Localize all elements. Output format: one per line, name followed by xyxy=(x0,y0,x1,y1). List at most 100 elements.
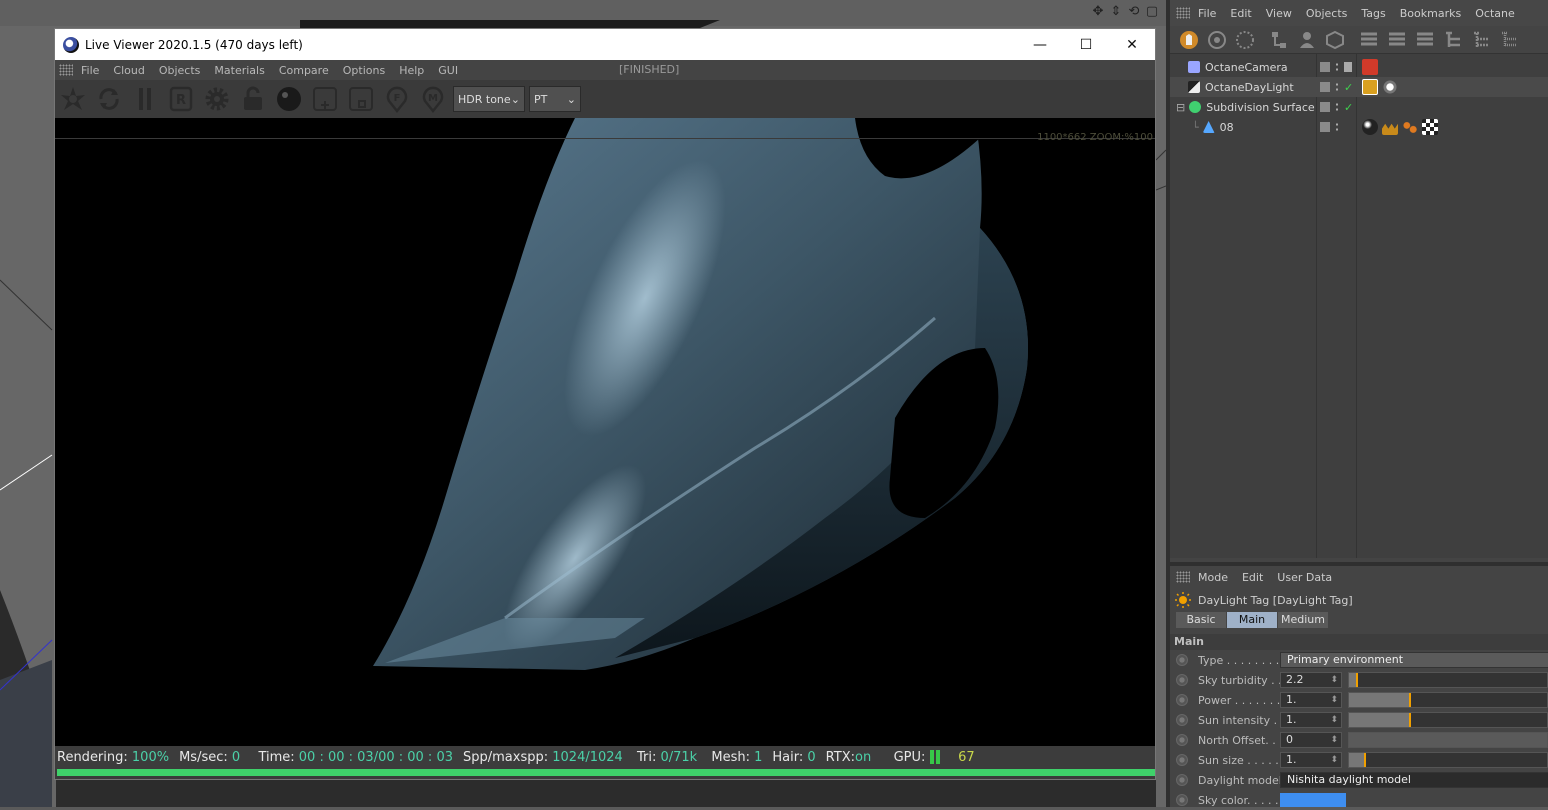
slider-knob[interactable] xyxy=(1409,693,1412,707)
object-flags[interactable]: ✓ xyxy=(1320,101,1353,114)
animate-radio[interactable] xyxy=(1176,654,1188,666)
slider-knob[interactable] xyxy=(1409,713,1412,727)
maximize-view-icon[interactable]: ▢ xyxy=(1144,4,1160,19)
object-row-subdivision-surface[interactable]: ⊟ Subdivision Surface ✓ xyxy=(1170,97,1548,117)
add-region-icon[interactable] xyxy=(309,83,341,115)
animate-radio[interactable] xyxy=(1176,734,1188,746)
am-menu-mode[interactable]: Mode xyxy=(1198,571,1228,584)
object-tag-icon[interactable] xyxy=(1402,119,1418,135)
object-row-08[interactable]: └ 08 xyxy=(1170,117,1548,137)
subtract-region-icon[interactable] xyxy=(345,83,377,115)
move-view-icon[interactable]: ✥ xyxy=(1090,4,1106,19)
phong-tag-icon[interactable] xyxy=(1382,123,1398,135)
hierarchy-icon[interactable] xyxy=(1266,27,1292,53)
om-menu-tags[interactable]: Tags xyxy=(1361,7,1385,20)
om-menu-objects[interactable]: Objects xyxy=(1306,7,1348,20)
om-menu-view[interactable]: View xyxy=(1266,7,1292,20)
gear-dots-icon[interactable] xyxy=(1232,27,1258,53)
material-ball-icon[interactable] xyxy=(273,83,305,115)
user-icon[interactable] xyxy=(1294,27,1320,53)
region-render-icon[interactable]: R xyxy=(165,83,197,115)
search-object-icon[interactable] xyxy=(1204,27,1230,53)
focus-pick-icon[interactable]: F xyxy=(381,83,413,115)
menu-gui[interactable]: GUI xyxy=(438,64,458,77)
om-menu-file[interactable]: File xyxy=(1198,7,1216,20)
tab-basic[interactable]: Basic xyxy=(1176,612,1226,628)
zoom-view-icon[interactable]: ⟲ xyxy=(1126,4,1142,19)
am-menu-user-data[interactable]: User Data xyxy=(1277,571,1332,584)
object-flags[interactable]: ✓ xyxy=(1320,81,1353,94)
list-filter-icon[interactable] xyxy=(1356,27,1382,53)
object-row-octane-camera[interactable]: OctaneCamera xyxy=(1170,57,1548,77)
animate-radio[interactable] xyxy=(1176,754,1188,766)
menu-options[interactable]: Options xyxy=(343,64,385,77)
north-offset-input[interactable]: 0 xyxy=(1280,732,1342,748)
object-flags[interactable] xyxy=(1320,122,1340,132)
render-flag[interactable] xyxy=(1344,62,1352,72)
render-view[interactable]: 1100*662 ZOOM:%100 xyxy=(55,118,1155,746)
tab-main[interactable]: Main xyxy=(1227,612,1277,628)
animate-radio[interactable] xyxy=(1176,674,1188,686)
om-menu-octane[interactable]: Octane xyxy=(1475,7,1515,20)
visibility-dots[interactable] xyxy=(1334,102,1340,112)
power-slider[interactable] xyxy=(1348,692,1548,708)
environment-tag-icon[interactable] xyxy=(1382,79,1398,95)
object-flags[interactable] xyxy=(1320,62,1352,72)
visibility-dots[interactable] xyxy=(1334,62,1340,72)
tab-medium[interactable]: Medium xyxy=(1278,612,1328,628)
object-tree[interactable]: OctaneCamera OctaneDayLight ✓ ⊟ Subdivis… xyxy=(1170,54,1548,558)
live-viewer-titlebar[interactable]: Live Viewer 2020.1.5 (470 days left) — ☐… xyxy=(55,29,1155,60)
layer-flag[interactable] xyxy=(1320,102,1330,112)
am-menu-edit[interactable]: Edit xyxy=(1242,571,1263,584)
lock-icon[interactable] xyxy=(237,83,269,115)
menu-compare[interactable]: Compare xyxy=(279,64,329,77)
animate-radio[interactable] xyxy=(1176,694,1188,706)
visibility-dots[interactable] xyxy=(1334,122,1340,132)
rotate-view-icon[interactable]: ⇕ xyxy=(1108,4,1124,19)
north-offset-slider[interactable] xyxy=(1348,732,1548,748)
settings-gear-icon[interactable] xyxy=(201,83,233,115)
animate-radio[interactable] xyxy=(1176,714,1188,726)
material-tag-icon[interactable] xyxy=(1362,119,1378,135)
animate-radio[interactable] xyxy=(1176,794,1188,806)
uvw-tag-icon[interactable] xyxy=(1422,119,1438,135)
list-filter-icon-3[interactable] xyxy=(1412,27,1438,53)
turbidity-slider[interactable] xyxy=(1348,672,1548,688)
tree-options-icon[interactable] xyxy=(1496,27,1522,53)
layer-flag[interactable] xyxy=(1320,62,1330,72)
cube-icon[interactable] xyxy=(1322,27,1348,53)
slider-knob[interactable] xyxy=(1363,753,1366,767)
om-menu-bookmarks[interactable]: Bookmarks xyxy=(1400,7,1461,20)
animate-radio[interactable] xyxy=(1176,774,1188,786)
grip-icon[interactable] xyxy=(1176,571,1190,583)
tone-select[interactable]: HDR tone ⌄ xyxy=(453,86,525,112)
menu-objects[interactable]: Objects xyxy=(159,64,201,77)
sun-size-slider[interactable] xyxy=(1348,752,1548,768)
menu-cloud[interactable]: Cloud xyxy=(113,64,144,77)
layer-flag[interactable] xyxy=(1320,122,1330,132)
collapse-toggle-icon[interactable]: ⊟ xyxy=(1176,101,1185,114)
slider-knob[interactable] xyxy=(1355,673,1358,687)
send-scene-icon[interactable] xyxy=(57,83,89,115)
sky-color-swatch[interactable] xyxy=(1280,793,1346,807)
sun-intensity-slider[interactable] xyxy=(1348,712,1548,728)
octane-camera-tag-icon[interactable] xyxy=(1362,59,1378,75)
restart-render-icon[interactable] xyxy=(93,83,125,115)
layer-flag[interactable] xyxy=(1320,82,1330,92)
sun-size-input[interactable]: 1. xyxy=(1280,752,1342,768)
type-combo[interactable]: Primary environment xyxy=(1280,652,1548,668)
enabled-check-icon[interactable]: ✓ xyxy=(1344,81,1353,94)
sun-intensity-input[interactable]: 1. xyxy=(1280,712,1342,728)
enabled-check-icon[interactable]: ✓ xyxy=(1344,101,1353,114)
list-filter-icon-2[interactable] xyxy=(1384,27,1410,53)
kernel-select[interactable]: PT ⌄ xyxy=(529,86,581,112)
menu-materials[interactable]: Materials xyxy=(214,64,264,77)
material-pick-icon[interactable]: M xyxy=(417,83,449,115)
turbidity-input[interactable]: 2.2 xyxy=(1280,672,1342,688)
sun-tag-icon[interactable] xyxy=(1362,79,1378,95)
maximize-button[interactable]: ☐ xyxy=(1063,29,1109,60)
daylight-model-combo[interactable]: Nishita daylight model xyxy=(1280,772,1548,788)
power-input[interactable]: 1. xyxy=(1280,692,1342,708)
tree-expand-icon[interactable] xyxy=(1440,27,1466,53)
minimize-button[interactable]: — xyxy=(1017,29,1063,60)
